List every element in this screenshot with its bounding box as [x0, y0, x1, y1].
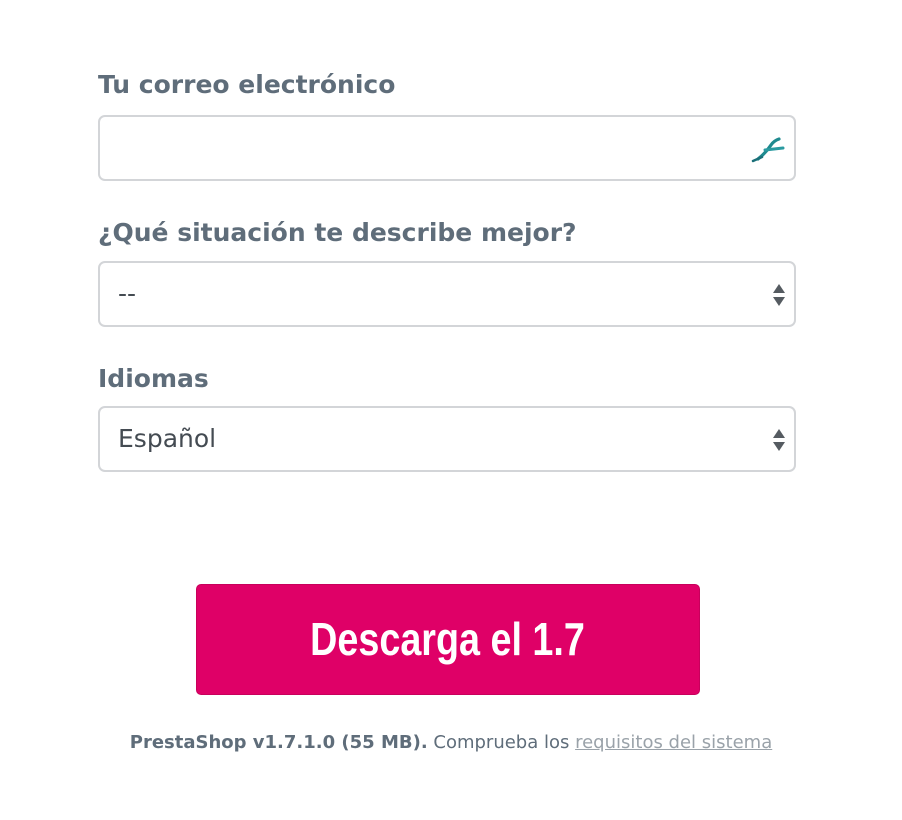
email-field[interactable]: [100, 117, 794, 179]
email-label: Tu correo electrónico: [98, 70, 396, 99]
download-button[interactable]: Descarga el 1.7: [196, 584, 700, 695]
version-text: PrestaShop v1.7.1.0 (55 MB).: [129, 732, 428, 753]
autofill-key-icon[interactable]: [748, 135, 788, 165]
situation-select-value: --: [118, 279, 137, 308]
language-select[interactable]: Español: [98, 406, 796, 472]
language-label: Idiomas: [98, 364, 209, 393]
select-arrows-icon: [773, 429, 785, 451]
situation-select[interactable]: --: [98, 261, 796, 327]
version-info: PrestaShop v1.7.1.0 (55 MB). Comprueba l…: [0, 731, 902, 755]
situation-label: ¿Qué situación te describe mejor?: [98, 218, 577, 247]
email-field-wrapper: [98, 115, 796, 181]
select-arrows-icon: [773, 284, 785, 306]
language-select-value: Español: [118, 424, 217, 453]
download-button-label: Descarga el 1.7: [310, 613, 586, 665]
requirements-link[interactable]: requisitos del sistema: [575, 732, 772, 753]
check-text: Comprueba los: [427, 732, 576, 753]
